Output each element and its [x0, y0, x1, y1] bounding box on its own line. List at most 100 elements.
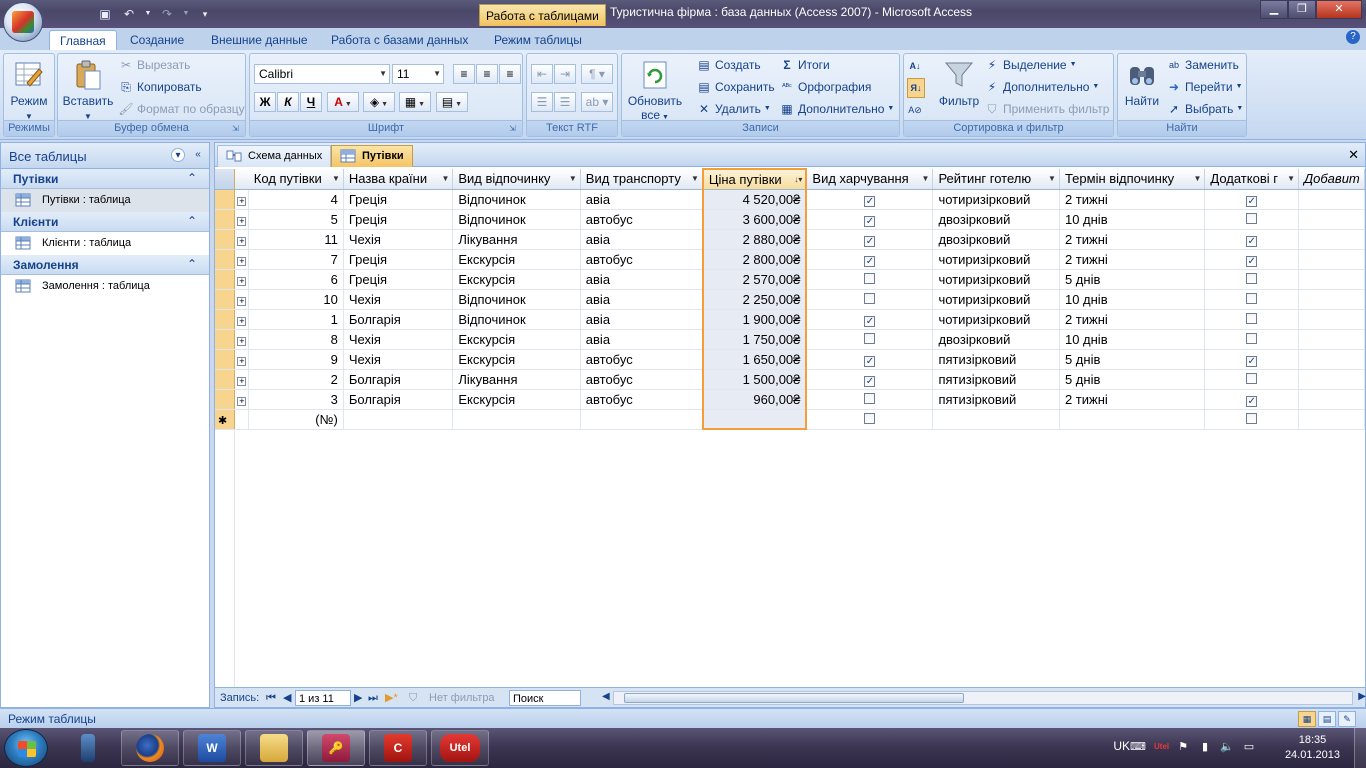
- row-selector[interactable]: [215, 269, 236, 290]
- fill-color-button[interactable]: ◈ ▼: [363, 92, 395, 112]
- cell-meals[interactable]: ✓: [806, 229, 934, 250]
- font-name-combo[interactable]: Calibri ▼: [254, 64, 390, 84]
- cell-transport[interactable]: авіа: [580, 289, 704, 310]
- cell-extra[interactable]: ✓: [1204, 349, 1299, 370]
- clipboard-dialog-launcher-icon[interactable]: ⇲: [232, 124, 242, 134]
- cell-price[interactable]: 1 750,00₴: [701, 329, 808, 350]
- font-size-combo[interactable]: 11 ▼: [392, 64, 444, 84]
- cell-add-new[interactable]: [1298, 409, 1365, 430]
- table-row[interactable]: +4 Греція Відпочинок авіа 4 520,00₴ ✓ чотиризі…: [215, 189, 1365, 210]
- advanced-filter-button[interactable]: ⚡ Дополнительно ▼: [984, 77, 1100, 97]
- column-header-add-new[interactable]: Добавит: [1298, 169, 1365, 190]
- cell-term[interactable]: 5 днів: [1059, 349, 1206, 370]
- cell-country[interactable]: [343, 409, 454, 430]
- cell-add-new[interactable]: [1298, 289, 1365, 310]
- taskbar-word[interactable]: W: [183, 730, 241, 766]
- cell-rest[interactable]: Відпочинок: [452, 209, 581, 230]
- volume-icon[interactable]: 🔈: [1220, 740, 1234, 754]
- checkbox[interactable]: ✓: [1246, 255, 1258, 267]
- taskbar-access[interactable]: 🔑: [307, 730, 365, 766]
- cell-code[interactable]: 5: [248, 209, 344, 230]
- expand-plus-icon[interactable]: +: [237, 256, 247, 266]
- view-mode-button[interactable]: Режим ▼: [5, 57, 53, 121]
- column-header-rest[interactable]: Вид відпочинку ▼: [452, 169, 581, 190]
- indent-decrease-button[interactable]: ⇤: [531, 64, 553, 84]
- cell-price[interactable]: 2 570,00₴: [701, 269, 808, 290]
- checkbox[interactable]: [864, 412, 876, 424]
- row-selector[interactable]: [215, 249, 236, 270]
- cell-add-new[interactable]: [1298, 369, 1365, 390]
- checkbox[interactable]: [1246, 372, 1258, 384]
- filter-button[interactable]: Фильтр: [934, 57, 984, 119]
- checkbox[interactable]: ✓: [864, 215, 876, 227]
- checkbox[interactable]: [1246, 332, 1258, 344]
- nav-group-header[interactable]: Путівки ⌃: [1, 169, 209, 189]
- cell-extra[interactable]: ✓: [1204, 189, 1299, 210]
- bulleted-list-button[interactable]: ☰: [554, 92, 576, 112]
- cell-code[interactable]: 11: [248, 229, 344, 250]
- cell-rating[interactable]: [932, 409, 1060, 430]
- taskbar-explorer[interactable]: [245, 730, 303, 766]
- expand-cell[interactable]: +: [234, 229, 250, 250]
- redo-icon[interactable]: ↷: [158, 5, 176, 23]
- checkbox[interactable]: ✓: [864, 255, 876, 267]
- font-dialog-launcher-icon[interactable]: ⇲: [509, 124, 519, 134]
- bold-button[interactable]: Ж: [254, 92, 276, 112]
- cell-code-new[interactable]: (№): [248, 409, 344, 430]
- sort-descending-button[interactable]: Я↓: [907, 78, 925, 98]
- cell-rest[interactable]: Лікування: [452, 369, 581, 390]
- checkbox[interactable]: [1246, 272, 1258, 284]
- cell-extra[interactable]: ✓: [1204, 249, 1299, 270]
- row-selector[interactable]: [215, 209, 236, 230]
- cell-add-new[interactable]: [1298, 329, 1365, 350]
- expand-plus-icon[interactable]: +: [237, 376, 247, 386]
- cell-code[interactable]: 3: [248, 389, 344, 410]
- cell-term[interactable]: 5 днів: [1059, 269, 1206, 290]
- show-desktop-button[interactable]: [1354, 728, 1366, 768]
- cell-extra[interactable]: [1204, 209, 1299, 230]
- cell-transport[interactable]: авіа: [580, 229, 704, 250]
- cell-country[interactable]: Греція: [343, 209, 454, 230]
- checkbox[interactable]: [1246, 292, 1258, 304]
- expand-cell[interactable]: +: [234, 369, 250, 390]
- nav-dropdown-icon[interactable]: ▾: [171, 148, 185, 162]
- font-color-button[interactable]: A ▼: [327, 92, 359, 112]
- cell-add-new[interactable]: [1298, 269, 1365, 290]
- goto-button[interactable]: ➜ Перейти ▼: [1166, 77, 1243, 97]
- undo-icon[interactable]: ↶: [120, 5, 138, 23]
- new-record-button[interactable]: ▤ Создать: [696, 55, 760, 75]
- chevron-up-icon[interactable]: ⌃: [187, 171, 197, 185]
- scroll-left-icon[interactable]: ◀: [602, 691, 610, 702]
- utel-tray-icon[interactable]: Utel: [1154, 740, 1169, 754]
- cell-meals[interactable]: ✓: [806, 369, 934, 390]
- align-center-button[interactable]: ≡: [476, 64, 498, 84]
- column-header-code[interactable]: Код путівки ▼: [248, 169, 344, 190]
- cell-meals[interactable]: [806, 329, 934, 350]
- cell-rating[interactable]: двозірковий: [932, 209, 1060, 230]
- pivot-table-view-button[interactable]: ▤: [1318, 711, 1336, 727]
- refresh-all-button[interactable]: Обновить все ▼: [624, 57, 686, 122]
- cell-rest[interactable]: Відпочинок: [452, 289, 581, 310]
- cell-code[interactable]: 7: [248, 249, 344, 270]
- underline-button[interactable]: Ч: [300, 92, 322, 112]
- copy-button[interactable]: ⎘ Копировать: [118, 77, 201, 97]
- table-row[interactable]: +3 Болгарія Екскурсія автобус 960,00₴ пятизір…: [215, 389, 1365, 410]
- column-dropdown-icon[interactable]: ▼: [1048, 174, 1056, 183]
- cell-rating[interactable]: двозірковий: [932, 229, 1060, 250]
- nav-item-table[interactable]: Замолення : таблица: [1, 275, 209, 298]
- cell-extra[interactable]: [1204, 369, 1299, 390]
- cell-country[interactable]: Болгарія: [343, 389, 454, 410]
- table-row[interactable]: +8 Чехія Екскурсія авіа 1 750,00₴ двозірковий…: [215, 329, 1365, 350]
- expand-plus-icon[interactable]: +: [237, 236, 247, 246]
- first-record-icon[interactable]: ⏮: [266, 690, 276, 706]
- checkbox[interactable]: ✓: [1246, 355, 1258, 367]
- sort-ascending-button[interactable]: A↓: [907, 56, 923, 76]
- cell-meals[interactable]: ✓: [806, 249, 934, 270]
- minimize-button[interactable]: ▁: [1260, 0, 1288, 19]
- column-header-price[interactable]: Ціна путівки ↓▾: [701, 168, 808, 190]
- save-record-button[interactable]: ▤ Сохранить: [696, 77, 774, 97]
- cell-rest[interactable]: Екскурсія: [452, 249, 581, 270]
- select-all-corner[interactable]: [215, 169, 236, 190]
- table-row[interactable]: +11 Чехія Лікування авіа 2 880,00₴ ✓ двозірков…: [215, 229, 1365, 250]
- nav-pane-header[interactable]: Все таблицы ▾ «: [1, 143, 209, 169]
